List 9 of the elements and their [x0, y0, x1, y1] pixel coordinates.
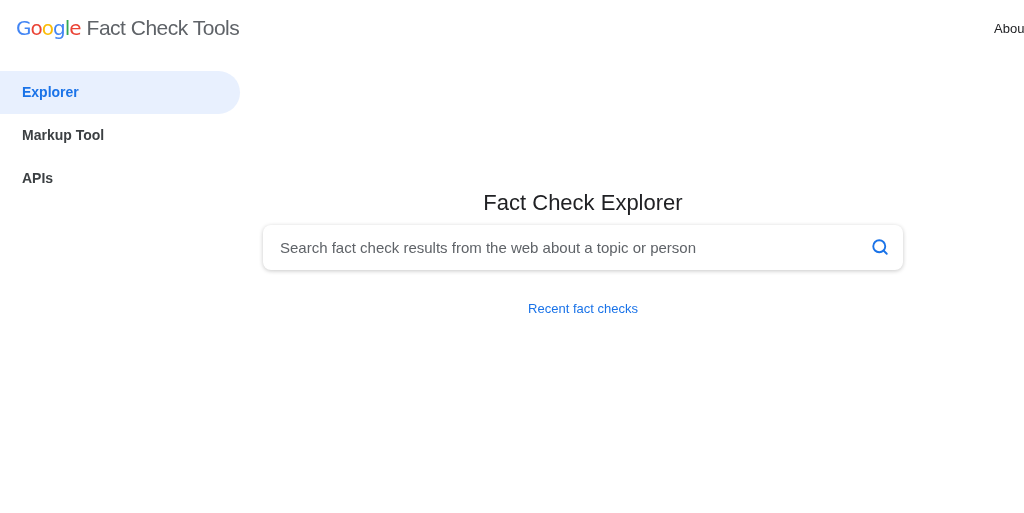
search-field[interactable]: Search fact check results from the web about a topic or person: [263, 225, 903, 270]
page-title: Fact Check Explorer: [483, 189, 683, 217]
sidebar-item[interactable]: APIs: [0, 157, 240, 200]
sidebar-item[interactable]: Explorer: [0, 71, 240, 114]
about-link[interactable]: Abou: [994, 19, 1024, 39]
logo[interactable]: Google Fact Check Tools: [16, 17, 240, 38]
search-icon[interactable]: [871, 238, 889, 256]
sidebar-item[interactable]: Markup Tool: [0, 114, 240, 157]
recent-fact-checks-link[interactable]: Recent fact checks: [528, 299, 638, 319]
